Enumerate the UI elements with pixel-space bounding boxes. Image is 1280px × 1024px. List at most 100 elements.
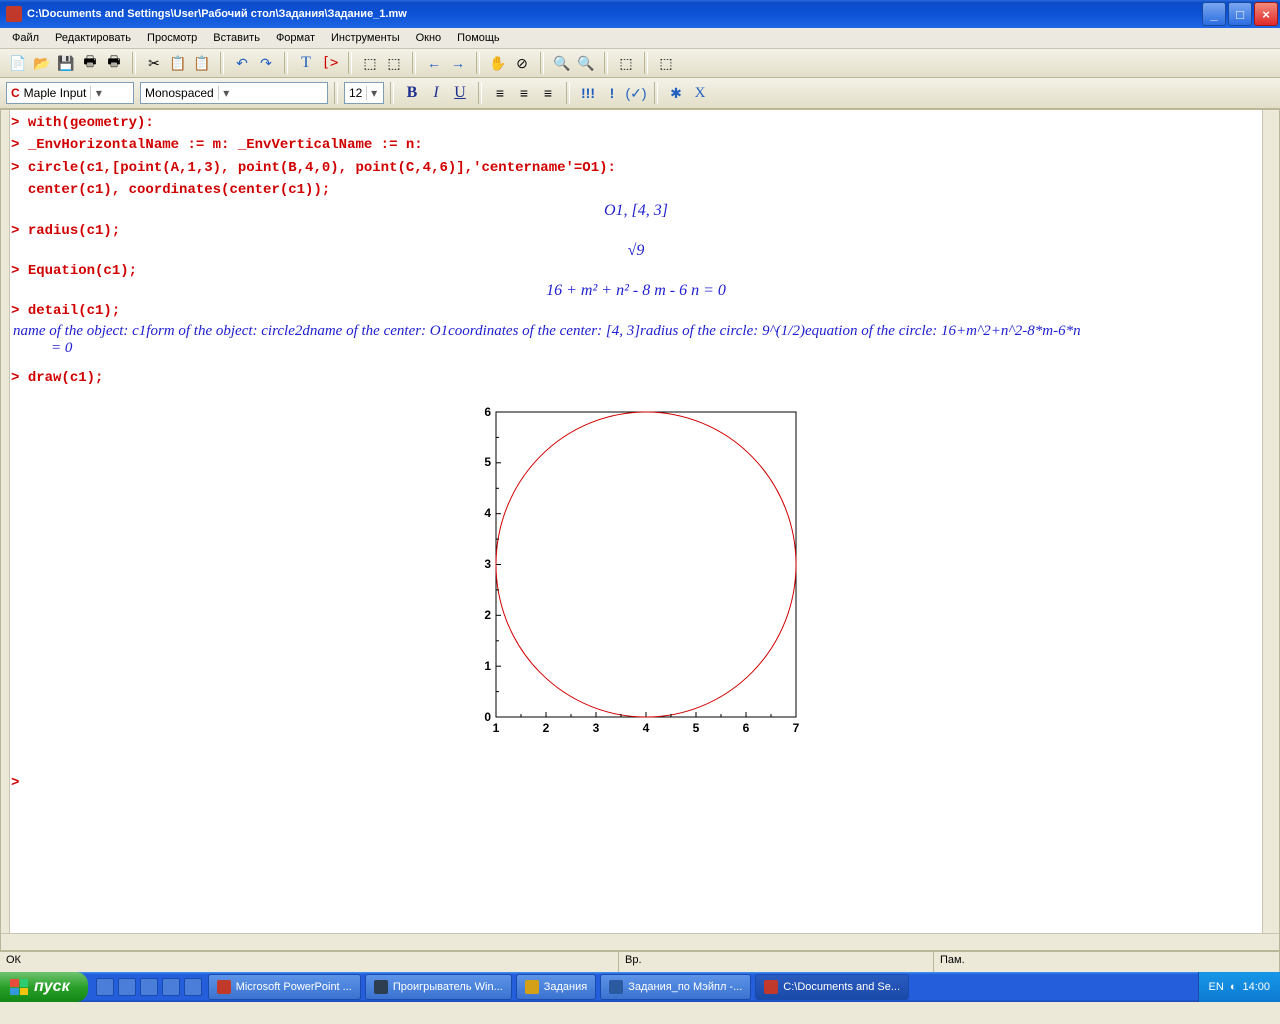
taskbar-item[interactable]: Microsoft PowerPoint ... bbox=[208, 974, 361, 1000]
start-label: пуск bbox=[34, 978, 70, 996]
align-center-icon[interactable]: ≡ bbox=[514, 83, 534, 103]
svg-text:7: 7 bbox=[793, 721, 800, 735]
status-mem: Пам. bbox=[934, 952, 1280, 972]
italic-button[interactable]: I bbox=[426, 83, 446, 103]
star-icon[interactable]: ✱ bbox=[666, 83, 686, 103]
undo-icon[interactable]: ↶ bbox=[232, 53, 252, 73]
save-icon[interactable]: 💾 bbox=[56, 53, 76, 73]
stop-icon[interactable]: ⊘ bbox=[512, 53, 532, 73]
align-left-icon[interactable]: ≡ bbox=[490, 83, 510, 103]
tray-icon[interactable]: ◐ bbox=[1230, 981, 1237, 993]
menu-help[interactable]: Помощь bbox=[449, 30, 508, 46]
code-line[interactable]: Equation(c1); bbox=[28, 263, 137, 279]
taskbar-item[interactable]: Задания_по Мэйпл -... bbox=[600, 974, 751, 1000]
svg-text:1: 1 bbox=[493, 721, 500, 735]
code-line[interactable]: detail(c1); bbox=[28, 303, 120, 319]
menu-edit[interactable]: Редактировать bbox=[47, 30, 139, 46]
chevron-down-icon: ▾ bbox=[218, 86, 234, 100]
redo-icon[interactable]: ↷ bbox=[256, 53, 276, 73]
code-line[interactable]: circle(c1,[point(A,1,3), point(B,4,0), p… bbox=[28, 160, 616, 176]
x-icon[interactable]: X bbox=[690, 83, 710, 103]
open-icon[interactable]: 📂 bbox=[32, 53, 52, 73]
start-button[interactable]: пуск bbox=[0, 972, 88, 1002]
zoom-out-icon[interactable]: 🔍 bbox=[576, 53, 596, 73]
align-right-icon[interactable]: ≡ bbox=[538, 83, 558, 103]
text-mode-icon[interactable]: T bbox=[296, 53, 316, 73]
cut-icon[interactable]: ✂ bbox=[144, 53, 164, 73]
ql-icon[interactable] bbox=[140, 978, 158, 996]
ql-icon[interactable] bbox=[184, 978, 202, 996]
check-icon[interactable]: (✓) bbox=[626, 83, 646, 103]
code-line[interactable]: radius(c1); bbox=[28, 223, 120, 239]
indent-left-icon[interactable]: ⬚ bbox=[360, 53, 380, 73]
execute-one-icon[interactable]: ! bbox=[602, 83, 622, 103]
execute-icon[interactable]: ⬚ bbox=[616, 53, 636, 73]
font-combo[interactable]: Monospaced ▾ bbox=[140, 82, 328, 104]
menu-file[interactable]: Файл bbox=[4, 30, 47, 46]
back-icon[interactable]: ← bbox=[424, 53, 444, 73]
svg-text:5: 5 bbox=[484, 455, 491, 469]
svg-text:2: 2 bbox=[543, 721, 550, 735]
menu-view[interactable]: Просмотр bbox=[139, 30, 205, 46]
app-icon bbox=[609, 980, 623, 994]
scrollbar-vertical[interactable] bbox=[1262, 110, 1279, 950]
svg-text:3: 3 bbox=[484, 557, 491, 571]
print-icon[interactable]: 🖶 bbox=[80, 53, 100, 73]
svg-text:4: 4 bbox=[643, 721, 650, 735]
svg-text:4: 4 bbox=[484, 506, 491, 520]
separator bbox=[348, 52, 352, 74]
style-combo[interactable]: C Maple Input ▾ bbox=[6, 82, 134, 104]
scrollbar-horizontal[interactable] bbox=[1, 933, 1279, 950]
status-time: Вр. bbox=[619, 952, 934, 972]
separator bbox=[284, 52, 288, 74]
code-line[interactable]: draw(c1); bbox=[28, 370, 104, 386]
zoom-in-icon[interactable]: 🔍 bbox=[552, 53, 572, 73]
menu-tools[interactable]: Инструменты bbox=[323, 30, 408, 46]
taskbar-item[interactable]: Задания bbox=[516, 974, 596, 1000]
menu-format[interactable]: Формат bbox=[268, 30, 323, 46]
ql-icon[interactable] bbox=[118, 978, 136, 996]
debug-icon[interactable]: ⬚ bbox=[656, 53, 676, 73]
menu-insert[interactable]: Вставить bbox=[205, 30, 268, 46]
math-mode-icon[interactable]: [> bbox=[320, 53, 340, 73]
code-line[interactable]: with(geometry): bbox=[28, 115, 154, 131]
size-combo-value: 12 bbox=[349, 86, 362, 100]
forward-icon[interactable]: → bbox=[448, 53, 468, 73]
minimize-button[interactable]: _ bbox=[1202, 2, 1226, 26]
copy-icon[interactable]: 📋 bbox=[168, 53, 188, 73]
app-icon bbox=[374, 980, 388, 994]
folder-icon bbox=[525, 980, 539, 994]
print-preview-icon[interactable]: 🖶 bbox=[104, 53, 124, 73]
tray-lang[interactable]: EN bbox=[1209, 981, 1224, 993]
code-line[interactable]: _EnvHorizontalName := m: _EnvVerticalNam… bbox=[28, 137, 423, 153]
underline-button[interactable]: U bbox=[450, 83, 470, 103]
hand-icon[interactable]: ✋ bbox=[488, 53, 508, 73]
separator bbox=[132, 52, 136, 74]
taskbar-item[interactable]: Проигрыватель Win... bbox=[365, 974, 512, 1000]
maximize-button[interactable]: □ bbox=[1228, 2, 1252, 26]
toolbar-format: C Maple Input ▾ Monospaced ▾ 12 ▾ B I U … bbox=[0, 78, 1280, 109]
new-icon[interactable]: 📄 bbox=[8, 53, 28, 73]
worksheet[interactable]: > with(geometry): > _EnvHorizontalName :… bbox=[11, 112, 1261, 932]
execute-group-icon[interactable]: !!! bbox=[578, 83, 598, 103]
taskbar-item[interactable]: C:\Documents and Se... bbox=[755, 974, 909, 1000]
svg-text:2: 2 bbox=[484, 608, 491, 622]
empty-prompt[interactable]: > bbox=[11, 775, 28, 791]
menu-window[interactable]: Окно bbox=[408, 30, 450, 46]
bold-button[interactable]: B bbox=[402, 83, 422, 103]
indent-right-icon[interactable]: ⬚ bbox=[384, 53, 404, 73]
code-line[interactable]: center(c1), coordinates(center(c1)); bbox=[28, 182, 330, 198]
tray-clock[interactable]: 14:00 bbox=[1242, 981, 1270, 993]
paste-icon[interactable]: 📋 bbox=[192, 53, 212, 73]
status-ok: ОК bbox=[0, 952, 619, 972]
font-combo-value: Monospaced bbox=[145, 86, 214, 100]
svg-text:3: 3 bbox=[593, 721, 600, 735]
ql-icon[interactable] bbox=[162, 978, 180, 996]
close-button[interactable]: × bbox=[1254, 2, 1278, 26]
size-combo[interactable]: 12 ▾ bbox=[344, 82, 384, 104]
system-tray[interactable]: EN ◐ 14:00 bbox=[1198, 972, 1280, 1002]
ql-icon[interactable] bbox=[96, 978, 114, 996]
document-area[interactable]: > with(geometry): > _EnvHorizontalName :… bbox=[0, 109, 1280, 951]
circle-plot: 0 1 2 3 4 5 6 bbox=[456, 397, 816, 757]
separator bbox=[604, 52, 608, 74]
